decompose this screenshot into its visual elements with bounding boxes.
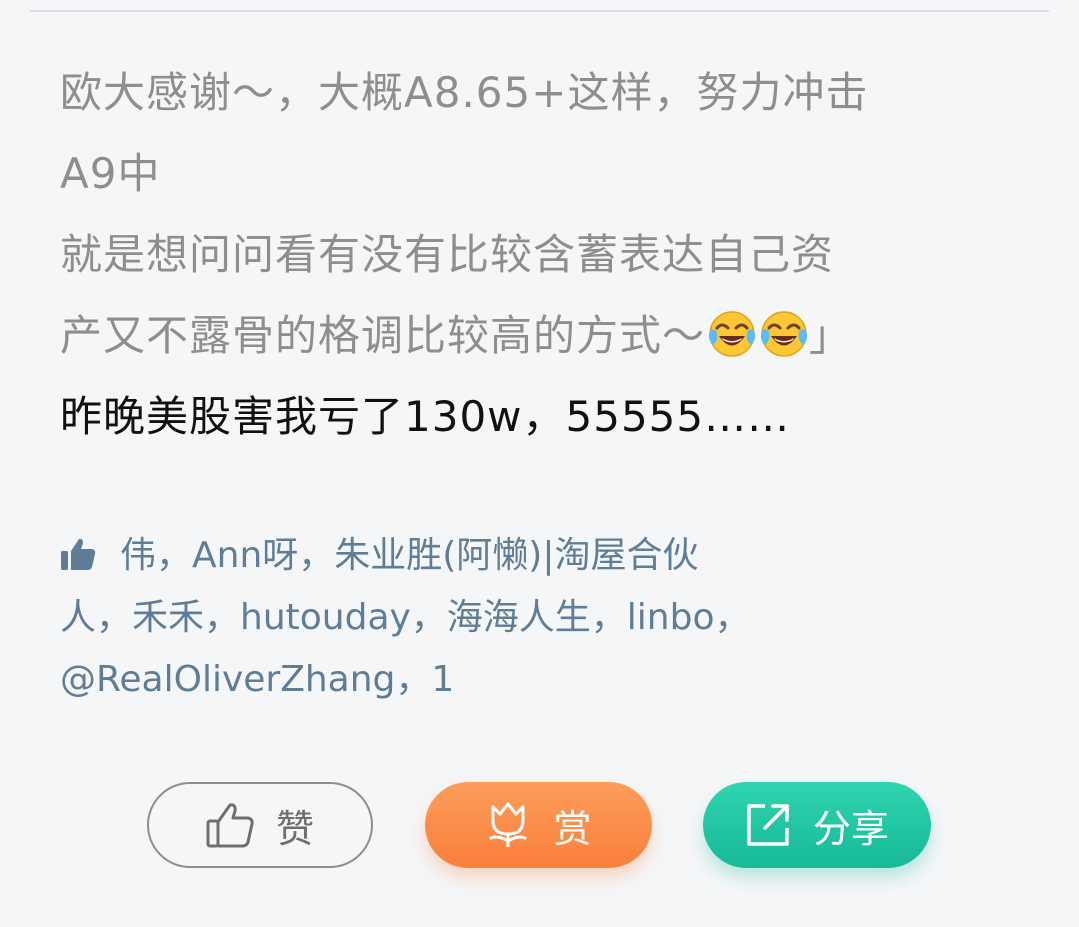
quote-end-mark: 」 bbox=[809, 311, 853, 360]
flower-icon bbox=[489, 802, 527, 847]
laughing-crying-emoji bbox=[708, 311, 756, 357]
share-icon bbox=[747, 804, 789, 846]
reward-button[interactable]: 赏 bbox=[425, 782, 652, 868]
likes-list: 伟，Ann呀，朱业胜(阿懒)|淘屋合伙 人，禾禾，hutouday，海海人生，l… bbox=[60, 525, 860, 711]
share-button[interactable]: 分享 bbox=[703, 782, 931, 868]
like-label: 赞 bbox=[275, 806, 314, 851]
laughing-crying-emoji bbox=[760, 311, 808, 357]
quoted-line: 欧大感谢～，大概A8.65+这样，努力冲击 bbox=[60, 68, 869, 117]
likes-names[interactable]: 人，禾禾，hutouday，海海人生，linbo， bbox=[60, 587, 860, 649]
top-divider bbox=[30, 10, 1049, 12]
likes-line: 伟，Ann呀，朱业胜(阿懒)|淘屋合伙 bbox=[60, 525, 860, 587]
likes-names[interactable]: 伟，Ann呀，朱业胜(阿懒)|淘屋合伙 bbox=[120, 535, 698, 576]
share-label: 分享 bbox=[812, 806, 889, 851]
thumbs-up-outline-icon bbox=[206, 803, 254, 848]
thumbs-up-icon bbox=[61, 538, 96, 570]
reply-text: 昨晚美股害我亏了130w，55555…… bbox=[60, 392, 791, 441]
likes-names[interactable]: @RealOliverZhang，1 bbox=[60, 649, 860, 711]
quoted-line: 就是想问问看有没有比较含蓄表达自己资 bbox=[60, 230, 835, 279]
action-bar: 赞 赏 分享 bbox=[0, 780, 1079, 880]
quoted-line: 产又不露骨的格调比较高的方式～ bbox=[60, 311, 706, 360]
quoted-message: 欧大感谢～，大概A8.65+这样，努力冲击 A9中 就是想问问看有没有比较含蓄表… bbox=[60, 52, 1020, 376]
like-button[interactable]: 赞 bbox=[147, 782, 373, 868]
comment-post: 欧大感谢～，大概A8.65+这样，努力冲击 A9中 就是想问问看有没有比较含蓄表… bbox=[60, 52, 1020, 457]
quoted-line-last: 产又不露骨的格调比较高的方式～ 」 bbox=[60, 295, 1020, 376]
reward-label: 赏 bbox=[553, 806, 592, 851]
quoted-line: A9中 bbox=[60, 149, 161, 198]
